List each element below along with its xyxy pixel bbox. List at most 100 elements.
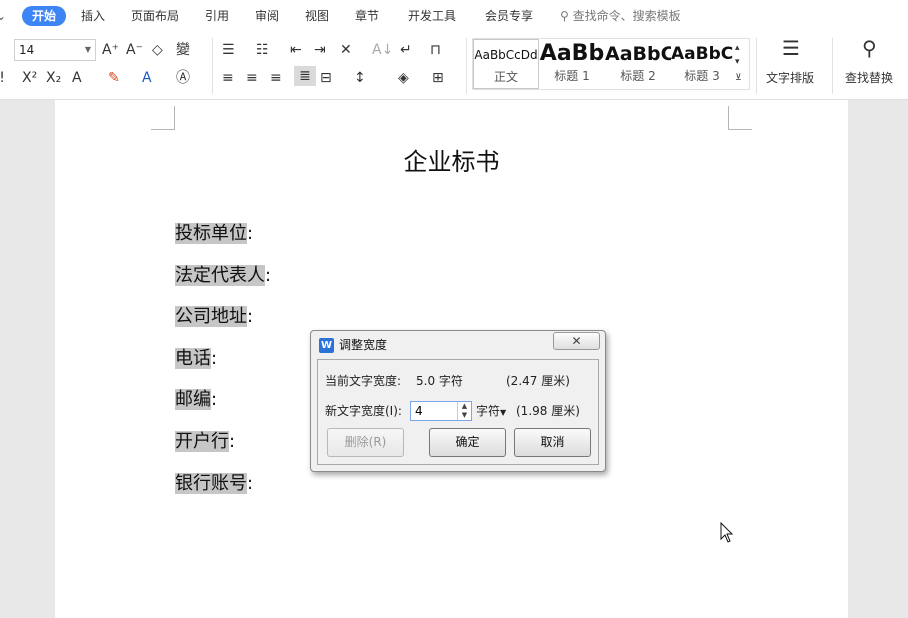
wps-logo-icon: W [319,338,334,353]
phonetic-guide-icon[interactable]: 變 [176,40,190,60]
font-size-value: 14 [19,43,35,57]
current-width-cm: (2.47 厘米) [506,374,570,388]
ribbon-divider [466,38,467,94]
search-placeholder: 查找命令、搜索模板 [572,9,681,23]
styles-scroll-down-icon[interactable]: ▾ [735,55,740,69]
field-label: 银行账号 [175,473,247,494]
tab-review[interactable]: 审阅 [255,6,279,26]
field-line[interactable]: 邮编: [175,379,217,420]
tab-member[interactable]: 会员专享 [485,6,533,26]
tab-section[interactable]: 章节 [355,6,379,26]
cancel-button[interactable]: 取消 [514,428,591,457]
style-heading-2[interactable]: AaBbC 标题 2 [605,39,671,89]
ribbon-divider [832,38,833,94]
new-width-label: 新文字宽度(I): [325,404,402,418]
bullet-list-icon[interactable]: ☰ [222,40,235,60]
tab-developer[interactable]: 开发工具 [408,6,456,26]
close-icon: ✕ [571,334,582,348]
spin-up-icon[interactable]: ▲ [457,402,471,411]
tab-page-layout[interactable]: 页面布局 [131,6,179,26]
sort-icon[interactable]: A↓ [372,40,393,60]
field-label: 开户行 [175,431,229,452]
distribute-icon[interactable]: ⊟ [320,68,332,88]
close-button[interactable]: ✕ [553,332,600,350]
tab-references[interactable]: 引用 [205,6,229,26]
tab-home[interactable]: 开始 [22,6,67,26]
spin-down-icon[interactable]: ▼ [457,411,471,420]
field-colon: : [247,223,254,244]
new-width-cm: (1.98 厘米) [516,404,580,418]
numbered-list-icon[interactable]: ☷ [256,40,269,60]
superscript-icon[interactable]: X² [22,68,37,88]
line-spacing-icon[interactable]: ↕ [354,68,366,88]
field-colon: : [211,389,218,410]
chinese-layout-icon[interactable]: ✕ [340,40,352,60]
unit-dropdown[interactable]: 字符▼ [476,402,506,422]
increase-font-size-icon[interactable]: A⁺ [102,40,119,60]
styles-gallery: AaBbCcDd 正文 AaBb 标题 1 AaBbC 标题 2 AaBbCc … [472,38,750,90]
field-line[interactable]: 公司地址: [175,296,253,337]
current-width-value: 5.0 字符 [416,374,463,388]
ok-button[interactable]: 确定 [429,428,506,457]
field-colon: : [265,265,272,286]
character-border-icon[interactable]: Ⓐ [176,68,190,88]
subscript-icon[interactable]: X₂ [46,68,61,88]
find-replace-icon[interactable]: ⚲ [862,38,877,58]
ribbon-divider [212,38,213,94]
decrease-indent-icon[interactable]: ⇤ [290,40,302,60]
tab-insert[interactable]: 插入 [81,6,105,26]
align-left-icon[interactable]: ≡ [222,68,234,88]
field-line[interactable]: 电话: [175,338,217,379]
field-colon: : [247,306,254,327]
text-layout-icon[interactable]: ☰ [782,38,800,58]
text-effect-icon[interactable]: A [72,68,82,88]
command-search[interactable]: ⚲ 查找命令、搜索模板 [560,6,681,26]
borders-icon[interactable]: ⊞ [432,68,444,88]
mouse-cursor-icon [720,522,734,543]
font-color-icon[interactable]: A [142,68,152,88]
tab-view[interactable]: 视图 [305,6,329,26]
find-replace-button[interactable]: 查找替换 [845,68,893,88]
field-label: 法定代表人 [175,265,265,286]
align-right-icon[interactable]: ≡ [270,68,282,88]
field-label: 邮编 [175,389,211,410]
menu-collapse-chevron-icon[interactable]: ⌄ [0,6,6,26]
field-colon: : [229,431,236,452]
new-width-input[interactable]: 4 ▲ ▼ [410,401,472,421]
decrease-font-size-icon[interactable]: A⁻ [126,40,143,60]
justify-icon[interactable]: ≣ [294,66,316,86]
style-heading-1[interactable]: AaBb 标题 1 [539,39,605,89]
dialog-body: 当前文字宽度: 5.0 字符 (2.47 厘米) 新文字宽度(I): 4 ▲ ▼… [317,359,599,465]
menu-bar: ⌄ 开始 插入 页面布局 引用 审阅 视图 章节 开发工具 会员专享 ⚲ 查找命… [0,0,908,32]
field-label: 投标单位 [175,223,247,244]
styles-more-icon[interactable]: ⊻ [735,71,742,85]
unit-value: 字符 [476,404,501,418]
shading-icon[interactable]: ◈ [398,68,409,88]
text-layout-button[interactable]: 文字排版 [766,68,814,88]
font-size-select[interactable]: 14 ▼ [14,39,96,61]
field-line[interactable]: 银行账号: [175,463,253,504]
chevron-down-icon: ▼ [84,45,91,54]
field-line[interactable]: 开户行: [175,421,235,462]
show-hide-marks-icon[interactable]: ↵ [400,40,412,60]
adjust-width-dialog: W 调整宽度 ✕ 当前文字宽度: 5.0 字符 (2.47 厘米) 新文字宽度(… [310,330,606,472]
field-label: 电话 [175,348,211,369]
increase-indent-icon[interactable]: ⇥ [314,40,326,60]
page-corner-mark [728,106,752,130]
chevron-down-icon: ▼ [500,408,507,417]
align-center-icon[interactable]: ≡ [246,68,258,88]
field-line[interactable]: 法定代表人: [175,255,271,296]
style-heading-3[interactable]: AaBbCc 标题 3 [671,39,733,89]
underline-icon[interactable]: ǃ [0,68,4,88]
dialog-title: 调整宽度 [339,338,388,352]
highlight-color-icon[interactable]: ✎ [108,68,120,88]
document-title: 企业标书 [403,148,500,176]
search-icon: ⚲ [560,9,569,23]
field-line[interactable]: 投标单位: [175,213,253,254]
delete-button[interactable]: 删除(R) [327,428,404,457]
tab-stops-icon[interactable]: ⊓ [430,40,441,60]
styles-scroll-up-icon[interactable]: ▴ [735,41,740,55]
clear-format-icon[interactable]: ◇ [152,40,163,60]
style-normal[interactable]: AaBbCcDd 正文 [473,39,539,89]
new-width-value: 4 [415,404,423,418]
